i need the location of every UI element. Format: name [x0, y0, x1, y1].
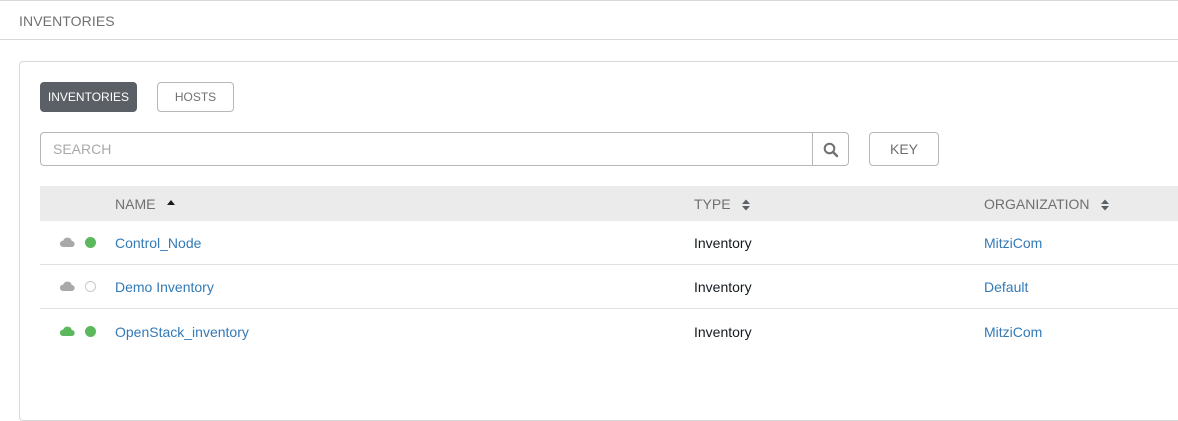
organization-link[interactable]: MitziCom — [984, 324, 1042, 340]
column-header-organization[interactable]: ORGANIZATION — [984, 196, 1110, 212]
status-dot[interactable] — [85, 326, 96, 337]
status-dot[interactable] — [85, 237, 96, 248]
tab-hosts[interactable]: HOSTS — [157, 82, 234, 112]
key-button[interactable]: KEY — [869, 132, 939, 166]
table-row: Control_Node Inventory MitziCom — [40, 221, 1178, 265]
inventory-name-link[interactable]: Control_Node — [115, 235, 201, 251]
organization-link[interactable]: MitziCom — [984, 235, 1042, 251]
cloud-icon[interactable] — [59, 325, 75, 337]
table-row: Demo Inventory Inventory Default — [40, 265, 1178, 309]
table-header: NAME TYPE ORGANIZATION — [40, 186, 1178, 221]
organization-link[interactable]: Default — [984, 279, 1028, 295]
inventory-name-link[interactable]: OpenStack_inventory — [115, 324, 249, 340]
column-header-type-label: TYPE — [694, 196, 731, 212]
column-header-organization-label: ORGANIZATION — [984, 196, 1090, 212]
tab-inventories[interactable]: INVENTORIES — [40, 82, 137, 112]
cloud-icon[interactable] — [59, 280, 75, 292]
inventory-type: Inventory — [694, 235, 752, 251]
search-input[interactable] — [40, 132, 813, 166]
sort-ascending-icon — [167, 200, 176, 206]
inventory-name-link[interactable]: Demo Inventory — [115, 279, 214, 295]
column-header-name-label: NAME — [115, 196, 156, 212]
table-row: OpenStack_inventory Inventory MitziCom — [40, 310, 1178, 354]
sort-icon — [1101, 199, 1110, 211]
status-dot[interactable] — [85, 281, 96, 292]
search-button[interactable] — [812, 132, 849, 166]
inventory-type: Inventory — [694, 324, 752, 340]
column-header-type[interactable]: TYPE — [694, 196, 751, 212]
page-header: INVENTORIES — [0, 0, 1178, 40]
search-icon — [823, 142, 839, 158]
sort-icon — [742, 199, 751, 211]
inventory-type: Inventory — [694, 279, 752, 295]
cloud-icon[interactable] — [59, 236, 75, 248]
page-title: INVENTORIES — [19, 13, 115, 29]
column-header-name[interactable]: NAME — [115, 196, 176, 212]
